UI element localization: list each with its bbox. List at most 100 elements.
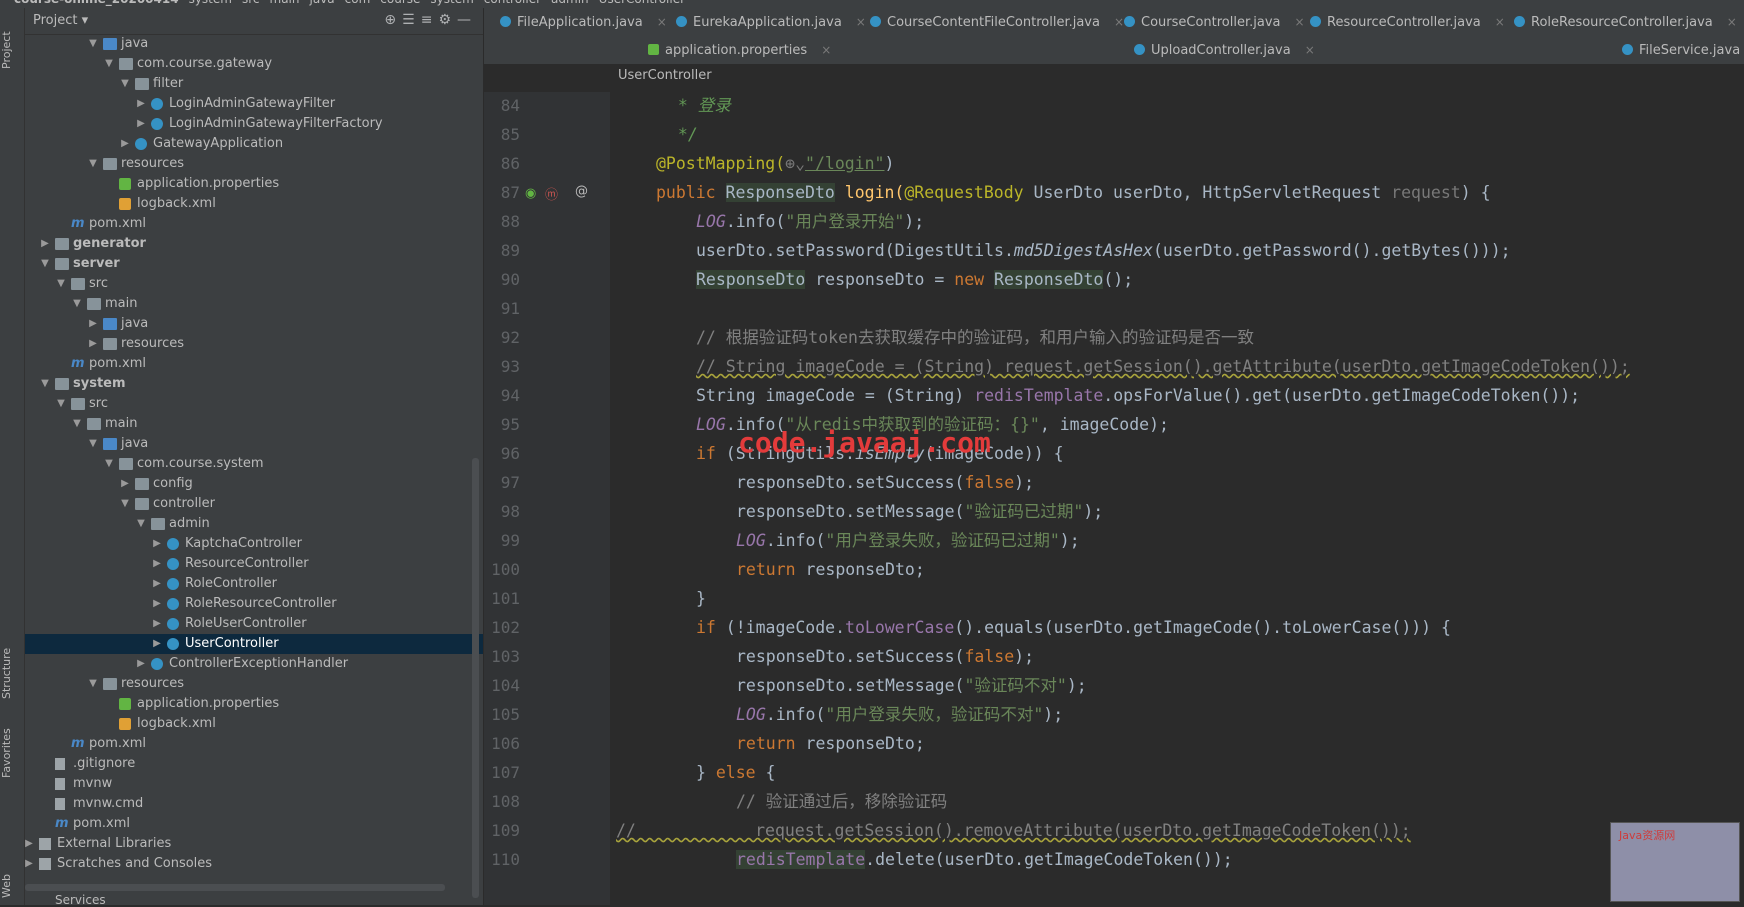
tree-scrollbar-horizontal[interactable] (25, 884, 445, 891)
web-tool-tab[interactable]: Web (0, 868, 24, 904)
close-icon[interactable]: × (1495, 15, 1505, 29)
chevron-down-icon[interactable]: ▼ (119, 74, 131, 94)
tree-item[interactable]: ▼ system (25, 374, 483, 394)
tree-item[interactable]: m pom.xml (25, 354, 483, 374)
chevron-down-icon[interactable]: ▼ (39, 374, 51, 394)
editor-tab[interactable]: application.properties × (648, 36, 831, 64)
breadcrumb-item[interactable]: java (309, 0, 334, 6)
tree-item[interactable]: ▶ java (25, 314, 483, 334)
chevron-right-icon[interactable]: ▶ (87, 334, 99, 354)
tree-item[interactable]: ▼ resources (25, 154, 483, 174)
tree-item[interactable]: application.properties (25, 694, 483, 714)
breadcrumb-item[interactable]: course-online_20200414 (14, 0, 179, 6)
expand-all-icon[interactable]: ☰ (402, 12, 421, 28)
editor-tab[interactable]: ResourceController.java × (1310, 8, 1505, 36)
editor-breadcrumb-item[interactable]: UserController (618, 68, 712, 83)
annotation-gutter-icon[interactable]: @ (575, 184, 588, 199)
breadcrumb-item[interactable]: system (189, 0, 232, 6)
editor-tab[interactable]: EurekaApplication.java × (676, 8, 866, 36)
editor-tab[interactable]: CourseController.java × (1124, 8, 1305, 36)
breadcrumb-item[interactable]: UserController (599, 0, 685, 6)
tree-item[interactable]: ▶ RoleResourceController (25, 594, 483, 614)
tree-item[interactable]: ▼ server (25, 254, 483, 274)
chevron-down-icon[interactable]: ▼ (87, 434, 99, 454)
project-tool-tab[interactable]: Project (0, 20, 24, 80)
tree-item[interactable]: logback.xml (25, 714, 483, 734)
tree-item[interactable]: mvnw (25, 774, 483, 794)
tree-item[interactable]: ▶ ControllerExceptionHandler (25, 654, 483, 674)
gear-icon[interactable]: ⚙ (438, 12, 457, 28)
close-icon[interactable]: × (1295, 15, 1305, 29)
tree-item[interactable]: ▼ src (25, 274, 483, 294)
chevron-down-icon[interactable]: ▼ (55, 274, 67, 294)
chevron-right-icon[interactable]: ▶ (23, 834, 35, 854)
mapping-gutter-icon[interactable]: ⓜ (545, 184, 558, 203)
tree-item[interactable]: ▶ resources (25, 334, 483, 354)
chevron-down-icon[interactable]: ▼ (71, 414, 83, 434)
tree-item[interactable]: ▶ GatewayApplication (25, 134, 483, 154)
chevron-right-icon[interactable]: ▶ (135, 654, 147, 674)
globe-icon[interactable]: ⊕⌄ (785, 154, 805, 173)
tree-item[interactable]: m pom.xml (25, 214, 483, 234)
close-icon[interactable]: × (856, 15, 866, 29)
tree-item[interactable]: ▶ config (25, 474, 483, 494)
tree-item[interactable]: ▶ UserController (25, 634, 483, 654)
tree-item[interactable]: ▼ main (25, 294, 483, 314)
chevron-right-icon[interactable]: ▶ (23, 854, 35, 874)
chevron-right-icon[interactable]: ▶ (119, 474, 131, 494)
tree-item[interactable]: logback.xml (25, 194, 483, 214)
tree-item[interactable]: m pom.xml (25, 734, 483, 754)
tree-item[interactable]: ▼ resources (25, 674, 483, 694)
editor-tab[interactable]: RoleResourceController.java × (1514, 8, 1737, 36)
tree-item[interactable]: ▼ java (25, 34, 483, 54)
editor-tab[interactable]: FileService.java× (1622, 36, 1744, 64)
chevron-down-icon[interactable]: ▼ (87, 154, 99, 174)
collapse-all-icon[interactable]: ≡ (421, 12, 439, 28)
tree-item[interactable]: ▶ RoleUserController (25, 614, 483, 634)
breadcrumb-item[interactable]: src (242, 0, 260, 6)
tree-item[interactable]: application.properties (25, 174, 483, 194)
chevron-down-icon[interactable]: ▼ (103, 54, 115, 74)
tree-item[interactable]: ▼ filter (25, 74, 483, 94)
close-icon[interactable]: × (821, 43, 831, 57)
tree-item[interactable]: ▼ com.course.system (25, 454, 483, 474)
tree-item[interactable]: ▶ LoginAdminGatewayFilter (25, 94, 483, 114)
chevron-down-icon[interactable]: ▼ (39, 254, 51, 274)
chevron-right-icon[interactable]: ▶ (151, 554, 163, 574)
chevron-right-icon[interactable]: ▶ (39, 234, 51, 254)
tree-item[interactable]: ▶ RoleController (25, 574, 483, 594)
chevron-right-icon[interactable]: ▶ (151, 594, 163, 614)
tree-item[interactable]: ▼ com.course.gateway (25, 54, 483, 74)
chevron-down-icon[interactable]: ▼ (71, 294, 83, 314)
hide-icon[interactable]: — (457, 12, 477, 28)
tree-scrollbar-vertical[interactable] (472, 458, 479, 898)
tree-item[interactable]: .gitignore (25, 754, 483, 774)
tree-item[interactable]: ▼ main (25, 414, 483, 434)
favorites-tool-tab[interactable]: Favorites (0, 718, 24, 788)
tree-item[interactable]: mvnw.cmd (25, 794, 483, 814)
tree-item[interactable]: ▶ ResourceController (25, 554, 483, 574)
close-icon[interactable]: × (1727, 15, 1737, 29)
breadcrumb-item[interactable]: system (430, 0, 473, 6)
run-gutter-icon[interactable]: ◉ (525, 186, 536, 201)
chevron-down-icon[interactable]: ▼ (103, 454, 115, 474)
breadcrumb-item[interactable]: course (380, 0, 420, 6)
chevron-right-icon[interactable]: ▶ (87, 314, 99, 334)
chevron-right-icon[interactable]: ▶ (135, 114, 147, 134)
structure-tool-tab[interactable]: Structure (0, 638, 24, 708)
tree-item[interactable]: m pom.xml (25, 814, 483, 834)
tree-item[interactable]: ▶ External Libraries (25, 834, 483, 854)
chevron-down-icon[interactable]: ▼ (87, 674, 99, 694)
locate-icon[interactable]: ⊕ (384, 12, 402, 28)
chevron-right-icon[interactable]: ▶ (135, 94, 147, 114)
tree-item[interactable]: ▼ src (25, 394, 483, 414)
tree-item[interactable]: ▼ controller (25, 494, 483, 514)
chevron-right-icon[interactable]: ▶ (151, 574, 163, 594)
chevron-right-icon[interactable]: ▶ (151, 634, 163, 654)
tree-item[interactable]: ▶ Scratches and Consoles (25, 854, 483, 874)
project-view-selector[interactable]: Project ▾ (33, 13, 88, 28)
chevron-right-icon[interactable]: ▶ (151, 534, 163, 554)
editor-tab[interactable]: CourseContentFileController.java × (870, 8, 1124, 36)
breadcrumb-item[interactable]: main (270, 0, 300, 6)
editor-tab[interactable]: UploadController.java × (1134, 36, 1315, 64)
